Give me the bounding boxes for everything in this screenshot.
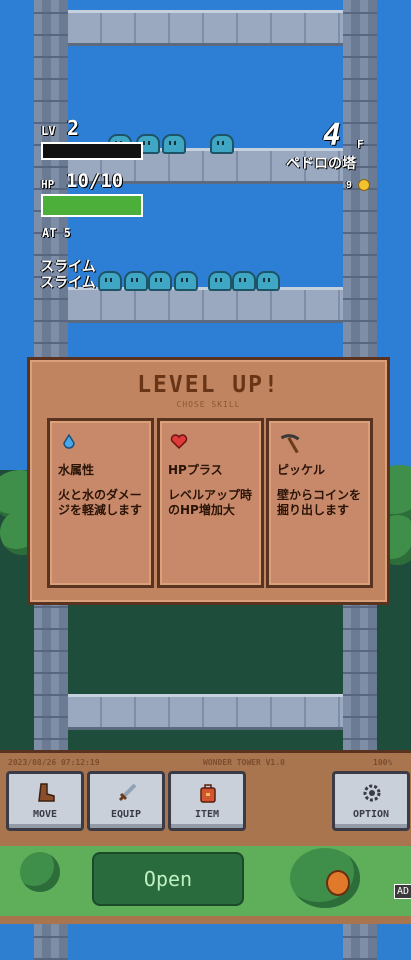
battle-log-line: スライム	[40, 275, 96, 291]
boot-icon	[38, 783, 55, 802]
slime-enemy	[208, 271, 232, 291]
ad-tree	[290, 848, 360, 908]
ad-bottom-strip	[0, 916, 411, 924]
skill-card-pickaxe[interactable]: ピッケル 壁からコインを掘り出します	[266, 418, 373, 588]
slime-enemy	[256, 271, 280, 291]
level-up-subtitle: CHOSE SKILL	[176, 400, 241, 409]
item-label: ITEM	[194, 809, 220, 820]
level-value: 2	[67, 116, 80, 140]
equip-button[interactable]: EQUIP	[87, 771, 165, 831]
coin-count: 9	[346, 180, 353, 191]
gear-icon	[363, 784, 381, 802]
skill-description: 壁からコインを掘り出します	[277, 488, 362, 517]
option-label: OPTION	[352, 809, 390, 820]
floor-number: 4	[323, 118, 342, 153]
slime-enemy	[124, 271, 148, 291]
floor-suffix: F	[357, 138, 364, 151]
pickaxe-icon	[280, 434, 300, 454]
skill-description: レベルアップ時のHP増加大	[168, 488, 253, 517]
ad-tree	[20, 852, 60, 892]
backpack-icon	[200, 784, 216, 803]
item-button[interactable]: ITEM	[168, 771, 246, 831]
equip-label: EQUIP	[110, 809, 142, 820]
exp-bar	[41, 142, 143, 160]
slime-enemy	[98, 271, 122, 291]
slime-enemy	[174, 271, 198, 291]
slime-enemy	[210, 134, 234, 154]
battery-level: 100%	[373, 758, 393, 767]
hp-label: HP	[41, 178, 55, 191]
skill-description: 火と水のダメージを軽減します	[58, 488, 143, 517]
level-up-panel: LEVEL UP! CHOSE SKILL 水属性 火と水のダメージを軽減します…	[27, 357, 390, 605]
hp-bar	[41, 194, 143, 217]
slime-enemy	[148, 271, 172, 291]
bottom-toolbar: 2023/08/26 07:12:19 WONDER TOWER V1.0 10…	[0, 750, 411, 849]
slime-enemy	[232, 271, 256, 291]
game-version: WONDER TOWER V1.0	[203, 758, 285, 767]
hp-value: 10/10	[66, 170, 124, 192]
move-label: MOVE	[32, 809, 58, 820]
tower-name: ペドロの塔	[286, 156, 356, 172]
ad-open-button[interactable]: Open	[92, 852, 244, 906]
game-scene: LV 2 HP 10/10 AT 5 4 F ペドロの塔 9 スライム スライム…	[0, 0, 411, 960]
sword-icon	[118, 783, 137, 802]
level-up-title: LEVEL UP!	[137, 372, 280, 398]
coin-icon	[358, 179, 370, 191]
heart-icon	[170, 434, 188, 450]
tower-floor	[68, 694, 343, 730]
skill-name: 水属性	[58, 463, 95, 477]
hp-bar-fill	[43, 196, 141, 215]
datetime-readout: 2023/08/26 07:12:19	[8, 758, 100, 767]
water-drop-icon	[63, 433, 75, 449]
ad-banner[interactable]: Open AD	[0, 846, 411, 916]
skill-name: ピッケル	[277, 463, 326, 477]
tower-floor	[68, 287, 343, 323]
skill-name: HPプラス	[168, 463, 223, 477]
move-button[interactable]: MOVE	[6, 771, 84, 831]
ad-character	[326, 870, 350, 896]
option-button[interactable]: OPTION	[332, 771, 410, 831]
skill-card-hp-plus[interactable]: HPプラス レベルアップ時のHP増加大	[157, 418, 264, 588]
slime-enemy	[162, 134, 186, 154]
skill-card-water[interactable]: 水属性 火と水のダメージを軽減します	[47, 418, 154, 588]
level-label: LV	[41, 124, 56, 138]
attack-stat: AT 5	[42, 226, 71, 240]
ad-badge: AD	[394, 884, 411, 899]
tower-floor	[68, 10, 343, 46]
